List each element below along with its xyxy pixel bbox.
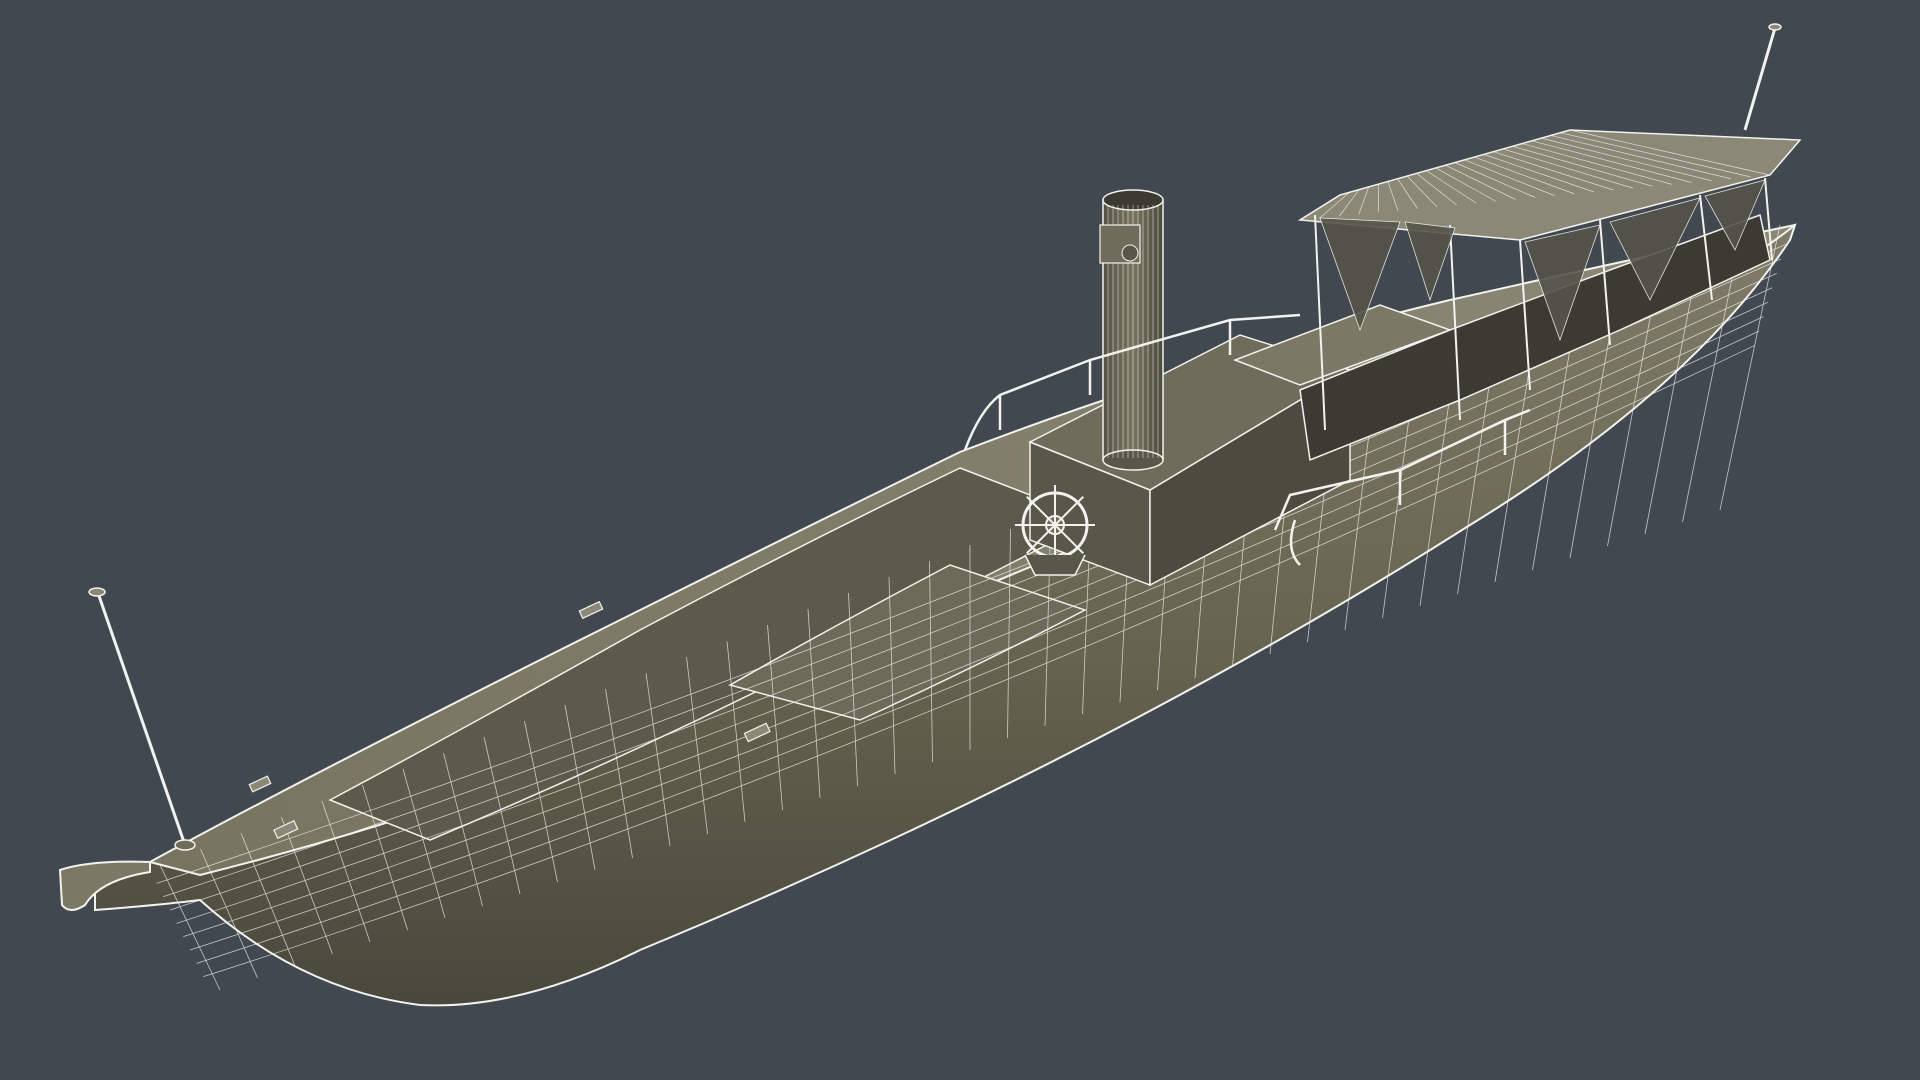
steam-launch-wireframe-render [58, 23, 1802, 1007]
stern-flagpole [1743, 23, 1782, 131]
bow-flagpole [88, 587, 196, 851]
smokestack-icon [1099, 189, 1164, 471]
canopy-curtain [1404, 221, 1456, 302]
3d-viewport [0, 0, 1920, 1080]
